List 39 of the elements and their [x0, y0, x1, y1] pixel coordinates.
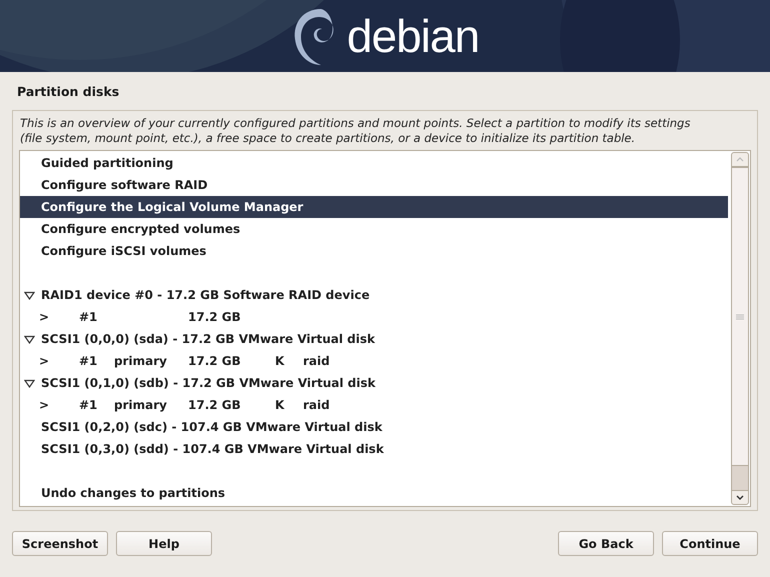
partition-number[interactable]: #1 — [79, 354, 114, 368]
marker-text: > — [38, 354, 50, 368]
list-item[interactable]: SCSI1 (0,3,0) (sdd) - 107.4 GB VMware Virtual disk — [20, 438, 728, 460]
partition-number[interactable]: #1 — [79, 398, 114, 412]
marker-text: > — [38, 310, 50, 324]
flag-label: K — [275, 354, 284, 368]
partition-use: raid — [303, 398, 330, 412]
partition-number[interactable]: #1 — [79, 310, 114, 324]
marker-text: > — [38, 398, 50, 412]
action-button[interactable]: Continue — [662, 531, 758, 556]
list-item[interactable]: Configure encrypted volumes — [20, 218, 728, 240]
partition-type: primary — [114, 398, 167, 412]
action-button[interactable]: Help — [116, 531, 212, 556]
triangle-icon[interactable] — [24, 290, 35, 300]
action-button[interactable]: Screenshot — [12, 531, 108, 556]
partition-type: primary — [114, 354, 167, 368]
action-button[interactable]: Go Back — [558, 531, 654, 556]
list-item[interactable]: SCSI1 (0,0,0) (sda) - 17.2 GB VMware Virtual disk — [41, 332, 375, 346]
list-item[interactable]: Guided partitioning — [20, 152, 728, 174]
logo-text: debian — [346, 13, 480, 59]
list-item[interactable]: SCSI1 (0,1,0) (sdb) - 17.2 GB VMware Virtual disk — [41, 376, 376, 390]
description-text: This is an overview of your currently configured partitions and mount points. Select a partition to modify its settings (file system, mount point, etc.), a free space to create partitions, or a device to initialize its partition table. — [19, 116, 692, 147]
list-item[interactable]: Undo changes to partitions — [20, 482, 728, 504]
partition-size: 17.2 GB — [188, 354, 242, 368]
triangle-icon[interactable] — [24, 378, 35, 388]
scroll-down-icon[interactable] — [736, 495, 744, 500]
flag-label: K — [275, 398, 284, 412]
page-title: Partition disks — [16, 83, 120, 101]
list-item[interactable]: Configure iSCSI volumes — [20, 240, 728, 262]
partition-use: raid — [303, 354, 330, 368]
list-item[interactable]: Configure software RAID — [20, 174, 728, 196]
list-item[interactable]: RAID1 device #0 - 17.2 GB Software RAID device — [41, 288, 370, 302]
grip-icon[interactable] — [736, 314, 744, 320]
scrollbar[interactable] — [731, 152, 749, 505]
triangle-icon[interactable] — [24, 334, 35, 344]
partition-size: 17.2 GB — [188, 310, 242, 324]
list-item[interactable]: Configure the Logical Volume Manager — [20, 196, 728, 218]
list-item[interactable]: SCSI1 (0,2,0) (sdc) - 107.4 GB VMware Virtual disk — [20, 416, 728, 438]
partition-size: 17.2 GB — [188, 398, 242, 412]
